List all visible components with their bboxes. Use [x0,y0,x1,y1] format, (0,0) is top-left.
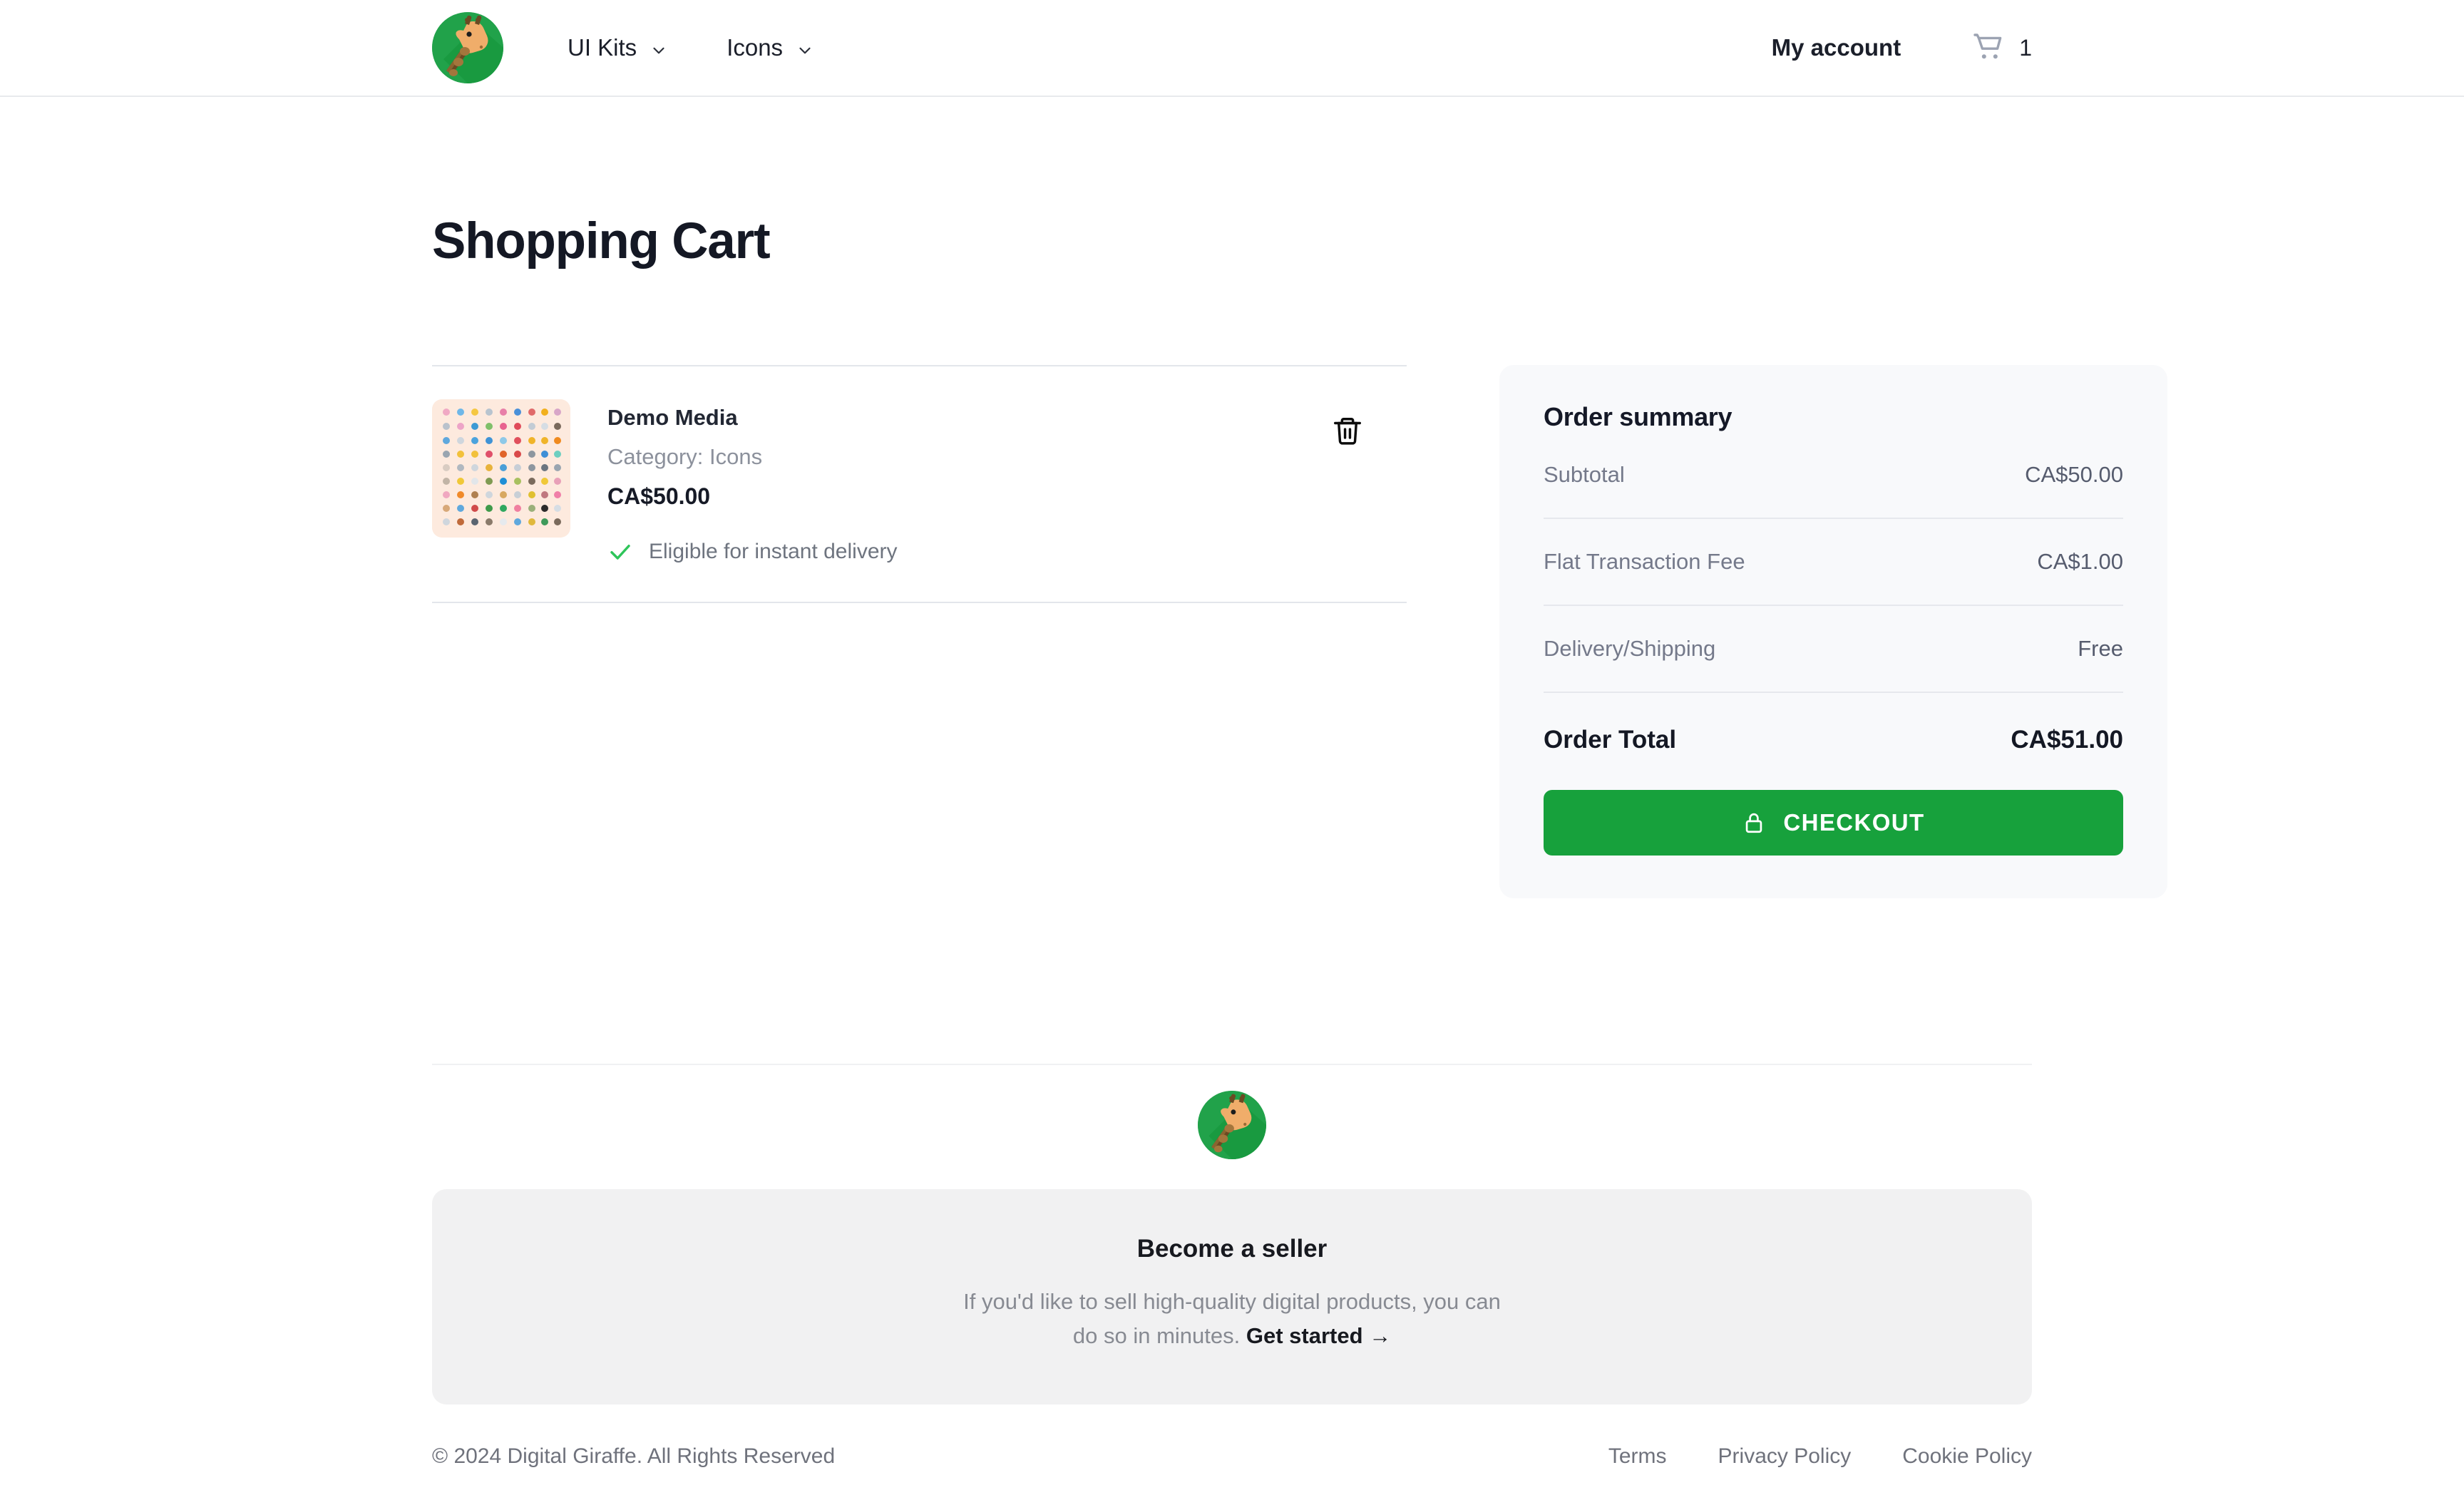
giraffe-logo[interactable] [1198,1091,1266,1159]
chevron-down-icon [796,38,814,57]
order-summary-title: Order summary [1544,402,1732,431]
my-account-link[interactable]: My account [1772,34,1901,61]
summary-row-shipping: Delivery/Shipping Free [1544,606,2123,693]
become-a-seller-description-text: If you'd like to sell high-quality digit… [963,1289,1501,1349]
shopping-cart-icon [1971,31,2005,65]
get-started-link[interactable]: Get started → [1246,1323,1391,1348]
cart-items-section: Demo Media Category: Icons CA$50.00 Elig… [432,365,1407,603]
giraffe-logo[interactable] [432,12,503,83]
footer-links: Terms Privacy Policy Cookie Policy [1608,1444,2032,1469]
header-actions: My account 1 [1772,31,2032,65]
nav-item-ui-kits[interactable]: UI Kits [568,34,668,61]
cart-item-category: Category: Icons [607,444,763,469]
cart-count-badge: 1 [2019,34,2032,61]
icon-pack-thumbnail[interactable] [432,399,570,538]
order-total-value: CA$51.00 [2011,726,2123,754]
summary-row-fee: Flat Transaction Fee CA$1.00 [1544,519,2123,606]
cart-item-details: Demo Media Category: Icons CA$50.00 Elig… [607,399,1331,565]
primary-nav: UI Kits Icons [568,34,814,61]
page-title: Shopping Cart [432,213,771,269]
order-summary-card: Order summary Subtotal CA$50.00 Flat Tra… [1499,365,2167,898]
remove-cart-item-button[interactable] [1331,415,1364,448]
nav-item-ui-kits-label: UI Kits [568,34,637,61]
cart-item-eligibility: Eligible for instant delivery [607,539,1331,565]
footer-link-privacy-policy[interactable]: Privacy Policy [1718,1444,1852,1469]
nav-item-icons[interactable]: Icons [727,34,814,61]
cart-divider-bottom [432,602,1407,603]
footer-logo-wrap [432,1091,2032,1159]
checkout-button-label: CHECKOUT [1783,809,1925,836]
checkout-button[interactable]: CHECKOUT [1544,790,2123,856]
check-icon [607,539,633,565]
trash-icon [1331,415,1364,448]
main-content: Shopping Cart Demo Media Category: Icons… [0,212,2464,898]
footer-bottom-bar: © 2024 Digital Giraffe. All Rights Reser… [432,1444,2032,1500]
become-a-seller-title: Become a seller [1136,1235,1328,1263]
footer-link-cookie-policy[interactable]: Cookie Policy [1902,1444,2032,1469]
copyright-text: © 2024 Digital Giraffe. All Rights Reser… [432,1444,836,1469]
cart-item-name[interactable]: Demo Media [607,406,1331,428]
summary-row-fee-label: Flat Transaction Fee [1544,549,1745,574]
footer-link-terms[interactable]: Terms [1608,1444,1667,1469]
order-total-label: Order Total [1544,726,1677,754]
header-inner: UI Kits Icons My account 1 [0,12,2464,83]
lock-icon [1742,811,1766,835]
cart-item-eligibility-label: Eligible for instant delivery [649,540,898,563]
site-footer: Become a seller If you'd like to sell hi… [0,1064,2464,1500]
summary-row-shipping-label: Delivery/Shipping [1544,636,1716,661]
nav-item-icons-label: Icons [727,34,784,61]
cart-button[interactable]: 1 [1971,31,2032,65]
cart-layout: Demo Media Category: Icons CA$50.00 Elig… [432,365,2167,898]
cart-item-row: Demo Media Category: Icons CA$50.00 Elig… [432,366,1407,602]
summary-row-subtotal: Subtotal CA$50.00 [1544,432,2123,519]
chevron-down-icon [650,38,668,57]
order-summary-section: Order summary Subtotal CA$50.00 Flat Tra… [1499,365,2167,898]
site-header: UI Kits Icons My account 1 [0,0,2464,97]
summary-row-fee-value: CA$1.00 [2037,549,2123,574]
summary-row-order-total: Order Total CA$51.00 [1544,693,2123,787]
footer-divider [432,1064,2032,1065]
cart-item-price: CA$50.00 [607,483,711,509]
become-a-seller-panel: Become a seller If you'd like to sell hi… [432,1189,2032,1405]
summary-row-shipping-value: Free [2078,636,2123,661]
summary-row-subtotal-value: CA$50.00 [2025,462,2123,487]
summary-row-subtotal-label: Subtotal [1544,462,1625,487]
become-a-seller-description: If you'd like to sell high-quality digit… [950,1285,1514,1353]
